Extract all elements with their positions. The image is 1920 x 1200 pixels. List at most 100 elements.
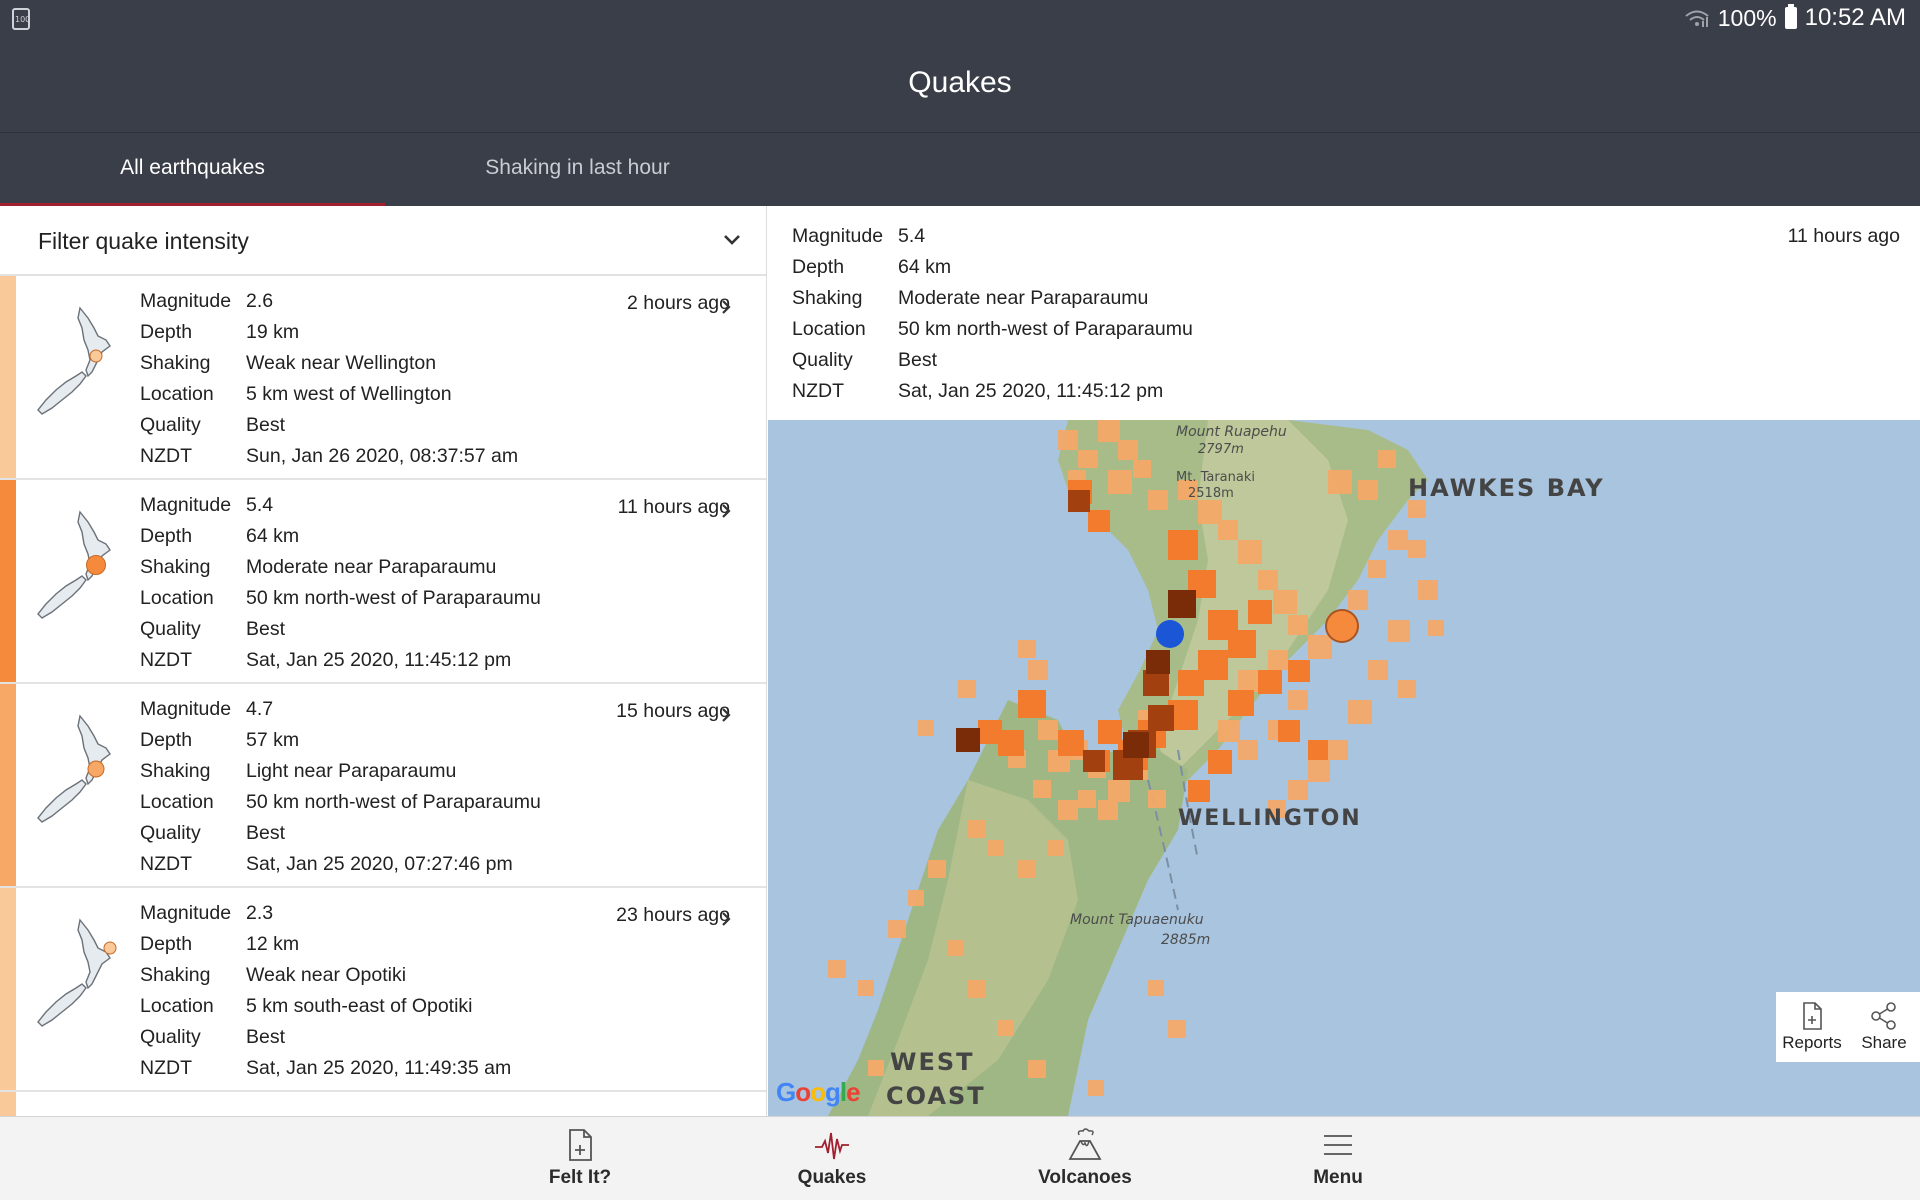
location-value: 5 km south-east of Opotiki <box>246 995 473 1017</box>
nav-volcanoes[interactable]: Volcanoes <box>995 1117 1175 1200</box>
shaking-value: Weak near Wellington <box>246 352 437 374</box>
depth-label: Depth <box>140 933 193 955</box>
shaking-map[interactable]: HAWKES BAY Mount Ruapehu 2797m WELLINGTO… <box>768 420 1920 1116</box>
battery-notification-icon: 100 <box>12 8 30 30</box>
nzdt-label: NZDT <box>792 380 844 402</box>
depth-value: 64 km <box>898 256 952 278</box>
map-label-ruapehu: Mount Ruapehu <box>1176 424 1287 440</box>
depth-label: Depth <box>140 321 193 343</box>
magnitude-value: 5.4 <box>246 494 274 516</box>
location-label: Location <box>140 791 214 813</box>
shaking-value: Light near Paraparaumu <box>246 760 457 782</box>
time-ago: 23 hours ago <box>616 904 730 926</box>
list-item[interactable] <box>0 1092 766 1116</box>
google-logo: Google <box>776 1077 861 1107</box>
time-ago: 15 hours ago <box>616 700 730 722</box>
location-value: 50 km north-west of Paraparaumu <box>246 791 541 813</box>
shaking-label: Shaking <box>140 352 211 374</box>
quality-label: Quality <box>140 414 201 436</box>
map-label-tapuaenuku: Mount Tapuaenuku <box>1070 912 1204 928</box>
felt-it-icon <box>569 1129 592 1161</box>
magnitude-value: 5.4 <box>898 225 926 247</box>
shaking-value: Moderate near Paraparaumu <box>246 556 497 578</box>
reports-button[interactable]: Reports <box>1776 992 1848 1062</box>
magnitude-value: 2.6 <box>246 290 274 312</box>
map-label-west: WEST <box>890 1048 975 1076</box>
share-icon <box>1871 1002 1896 1030</box>
tab-shaking-last-hour[interactable]: Shaking in last hour <box>385 133 770 207</box>
list-item[interactable]: Magnitude 4.7 Depth 57 km Shaking Light nea… <box>0 684 766 888</box>
location-value: 5 km west of Wellington <box>246 383 452 405</box>
share-label: Share <box>1861 1033 1907 1052</box>
nzdt-value: Sat, Jan 25 2020, 07:27:46 pm <box>246 853 513 875</box>
nz-locator-map-icon <box>37 510 111 619</box>
list-item[interactable]: Magnitude 2.3 Depth 12 km Shaking Weak near… <box>0 888 766 1092</box>
reports-icon <box>1803 1002 1822 1030</box>
reports-label: Reports <box>1782 1033 1842 1052</box>
share-button[interactable]: Share <box>1848 992 1920 1062</box>
nav-felt-it-label: Felt It? <box>548 1167 612 1188</box>
nav-felt-it[interactable]: Felt It? <box>490 1117 670 1200</box>
depth-value: 64 km <box>246 525 300 547</box>
filter-label: Filter quake intensity <box>38 228 249 254</box>
filter-intensity-dropdown[interactable]: Filter quake intensity <box>0 206 766 276</box>
intensity-strip <box>0 276 16 478</box>
quality-label: Quality <box>140 618 201 640</box>
magnitude-label: Magnitude <box>792 225 884 247</box>
shaking-value: Weak near Opotiki <box>246 964 407 986</box>
nav-quakes[interactable]: Quakes <box>742 1117 922 1200</box>
magnitude-label: Magnitude <box>140 494 232 516</box>
tab-all-earthquakes[interactable]: All earthquakes <box>0 133 385 207</box>
battery-icon <box>1784 4 1797 29</box>
status-bar: 100 100% 10:52 AM <box>0 0 1920 38</box>
nzdt-value: Sun, Jan 26 2020, 08:37:57 am <box>246 445 519 467</box>
nz-locator-map-icon <box>37 714 111 823</box>
chevron-right-icon <box>722 708 731 722</box>
location-label: Location <box>792 318 866 340</box>
shaking-label: Shaking <box>792 287 863 309</box>
nzdt-value: Sat, Jan 25 2020, 11:49:35 am <box>246 1057 512 1079</box>
time-ago: 2 hours ago <box>627 292 730 314</box>
depth-label: Depth <box>140 729 193 751</box>
menu-icon <box>1324 1135 1352 1155</box>
nav-volcanoes-label: Volcanoes <box>1038 1167 1132 1188</box>
app-bar: Quakes <box>0 38 1920 132</box>
magnitude-value: 2.3 <box>246 902 274 924</box>
battery-percent: 100% <box>1717 4 1777 31</box>
quake-list[interactable]: Filter quake intensity Magnitude 2.6 Dept… <box>0 206 767 1116</box>
depth-value: 57 km <box>246 729 300 751</box>
nav-menu[interactable]: Menu <box>1248 1117 1428 1200</box>
magnitude-label: Magnitude <box>140 290 232 312</box>
location-value: 50 km north-west of Paraparaumu <box>246 587 541 609</box>
quakes-icon <box>815 1132 849 1160</box>
intensity-strip <box>0 684 16 886</box>
quality-label: Quality <box>140 822 201 844</box>
tab-bar: All earthquakes Shaking in last hour <box>0 132 1920 207</box>
clock: 10:52 AM <box>1804 4 1906 31</box>
intensity-strip <box>0 480 16 682</box>
wifi-signal-icon <box>1684 8 1710 28</box>
depth-label: Depth <box>792 256 845 278</box>
nz-locator-map-icon <box>37 306 111 415</box>
list-item[interactable]: Magnitude 2.6 Depth 19 km Shaking Weak near… <box>0 276 766 480</box>
intensity-strip <box>0 1092 16 1116</box>
quality-value: Best <box>246 822 286 844</box>
shaking-label: Shaking <box>140 964 211 986</box>
map-label-coast: COAST <box>886 1082 986 1110</box>
map-canvas <box>828 420 1444 1116</box>
location-label: Location <box>140 383 214 405</box>
nzdt-label: NZDT <box>140 445 192 467</box>
list-item[interactable]: Magnitude 5.4 Depth 64 km Shaking Moderate … <box>0 480 766 684</box>
chevron-down-icon <box>724 235 740 245</box>
map-actions: Reports Share <box>1776 992 1920 1062</box>
map-label-tapuaenuku-height: 2885m <box>1161 932 1211 948</box>
location-value: 50 km north-west of Paraparaumu <box>898 318 1193 340</box>
magnitude-label: Magnitude <box>140 902 232 924</box>
quality-label: Quality <box>140 1026 201 1048</box>
time-ago: 11 hours ago <box>617 496 730 518</box>
chevron-right-icon <box>722 504 731 518</box>
nzdt-value: Sat, Jan 25 2020, 11:45:12 pm <box>246 649 512 671</box>
map-label-hawkes: HAWKES BAY <box>1408 474 1605 502</box>
map-label-mt-taranaki: Mt. Taranaki <box>1176 470 1255 485</box>
location-label: Location <box>140 587 214 609</box>
